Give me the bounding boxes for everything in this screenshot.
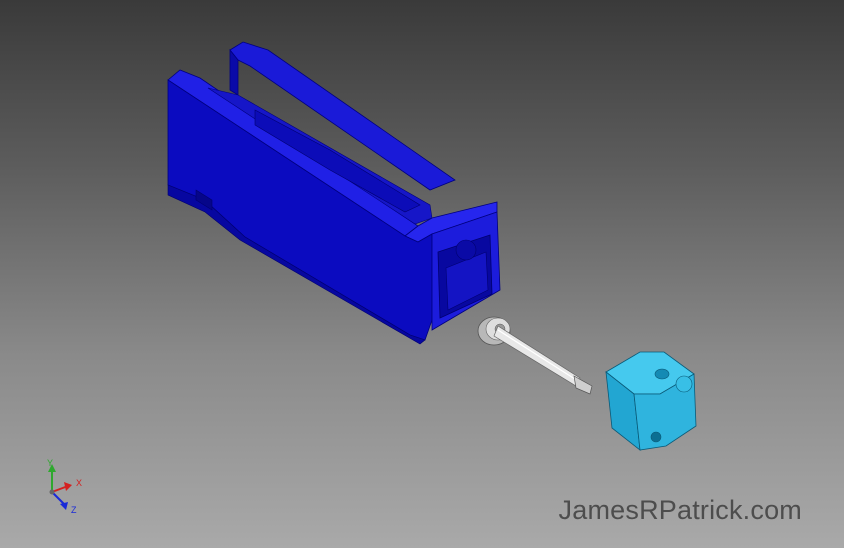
triad-y-label: Y [47, 458, 53, 468]
end-cap-part[interactable] [605, 351, 697, 451]
pin-highlight [497, 329, 579, 382]
triad-x-arrow-icon [64, 482, 72, 491]
watermark-text: JamesRPatrick.com [558, 495, 802, 525]
triad-x-label: X [76, 478, 82, 488]
pin-tip [573, 375, 593, 395]
orientation-triad[interactable]: Y X Z [38, 458, 94, 518]
triad-z-arrow-icon [60, 502, 68, 510]
end-cap-front-hole [650, 431, 662, 443]
pin-part[interactable] [493, 325, 593, 395]
triad-origin [49, 489, 55, 495]
end-cap-front-boss [675, 375, 693, 393]
housing-part[interactable] [167, 41, 501, 345]
housing-opening-bore [455, 239, 477, 261]
model-scene[interactable] [0, 0, 844, 548]
triad-z-label: Z [71, 505, 77, 515]
end-cap-top-bore [654, 368, 670, 380]
cad-viewport[interactable]: Y X Z JamesRPatrick.com [0, 0, 844, 548]
